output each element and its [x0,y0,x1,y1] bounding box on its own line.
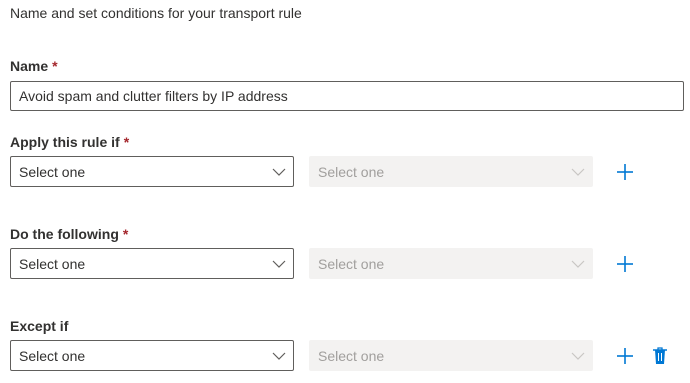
chevron-down-icon [272,168,286,176]
apply-rule-label-text: Apply this rule if [10,134,120,150]
transport-rule-form: Name and set conditions for your transpo… [0,0,690,383]
chevron-down-icon [272,260,286,268]
name-label-text: Name [10,58,49,74]
add-icon[interactable] [615,162,635,182]
dropdown-value: Select one [19,164,86,180]
chevron-down-icon [571,260,585,268]
do-following-label: Do the following * [10,226,128,242]
required-marker: * [122,226,129,242]
exception-dropdown[interactable]: Select one [10,340,294,371]
chevron-down-icon [272,352,286,360]
apply-condition-detail-dropdown: Select one [309,156,593,187]
required-marker: * [123,134,130,150]
chevron-down-icon [571,168,585,176]
action-detail-dropdown: Select one [309,248,593,279]
rule-name-input[interactable] [10,81,684,111]
action-dropdown[interactable]: Select one [10,248,294,279]
add-icon[interactable] [615,254,635,274]
chevron-down-icon [571,352,585,360]
add-icon[interactable] [615,346,635,366]
dropdown-value: Select one [318,348,385,364]
name-label: Name * [10,58,58,74]
exception-detail-dropdown: Select one [309,340,593,371]
do-following-label-text: Do the following [10,226,119,242]
required-marker: * [52,58,58,74]
dropdown-value: Select one [318,256,385,272]
intro-text: Name and set conditions for your transpo… [10,5,302,21]
except-if-label-text: Except if [10,318,69,334]
dropdown-value: Select one [318,164,385,180]
dropdown-value: Select one [19,348,86,364]
except-if-label: Except if [10,318,68,334]
trash-icon[interactable] [651,346,669,366]
dropdown-value: Select one [19,256,86,272]
apply-condition-dropdown[interactable]: Select one [10,156,294,187]
apply-rule-label: Apply this rule if * [10,134,129,150]
